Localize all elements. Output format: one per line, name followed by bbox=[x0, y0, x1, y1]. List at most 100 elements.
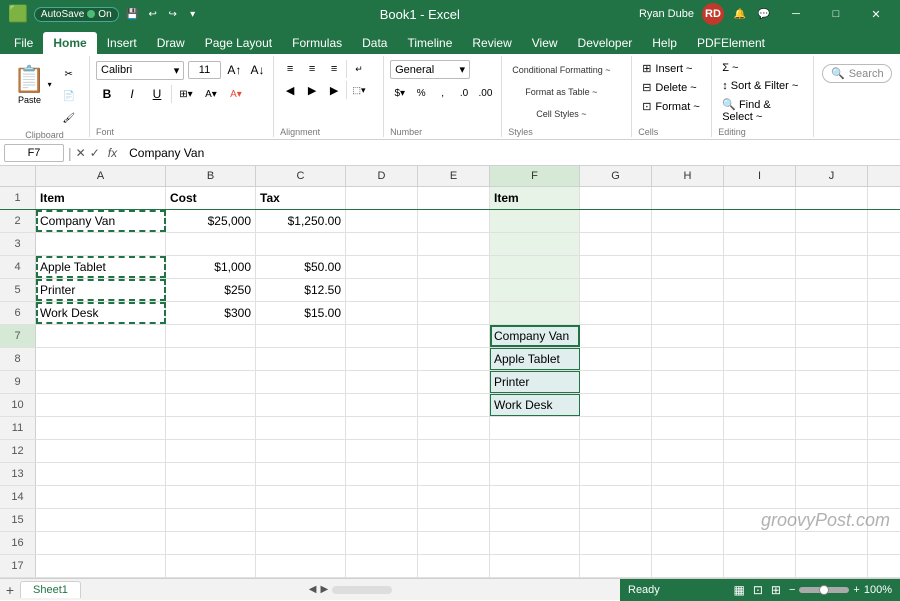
merge-button[interactable]: ⬚▾ bbox=[349, 81, 369, 99]
align-right-button[interactable]: ▶ bbox=[324, 81, 344, 99]
tab-developer[interactable]: Developer bbox=[568, 32, 643, 54]
cell-a6[interactable]: Work Desk bbox=[36, 302, 166, 324]
formula-input[interactable] bbox=[125, 146, 896, 160]
cell-g6[interactable] bbox=[580, 302, 652, 324]
tab-insert[interactable]: Insert bbox=[97, 32, 147, 54]
cell-f8[interactable]: Apple Tablet bbox=[490, 348, 580, 370]
cell-e1[interactable] bbox=[418, 187, 490, 209]
cell-e10[interactable] bbox=[418, 394, 490, 416]
cell-d4[interactable] bbox=[346, 256, 418, 278]
row-num-5[interactable]: 5 bbox=[0, 279, 36, 301]
cell-e7[interactable] bbox=[418, 325, 490, 347]
col-header-i[interactable]: I bbox=[724, 166, 796, 186]
cell-d3[interactable] bbox=[346, 233, 418, 255]
cell-g9[interactable] bbox=[580, 371, 652, 393]
row-num-6[interactable]: 6 bbox=[0, 302, 36, 324]
scroll-left-icon[interactable]: ◀ bbox=[309, 584, 317, 595]
cell-h5[interactable] bbox=[652, 279, 724, 301]
cut-button[interactable]: ✂ bbox=[58, 64, 80, 84]
cell-c7[interactable] bbox=[256, 325, 346, 347]
close-button[interactable]: ✕ bbox=[860, 0, 892, 28]
underline-button[interactable]: U bbox=[146, 83, 168, 105]
cell-a4[interactable]: Apple Tablet bbox=[36, 256, 166, 278]
cell-d1[interactable] bbox=[346, 187, 418, 209]
cell-g3[interactable] bbox=[580, 233, 652, 255]
minimize-button[interactable]: ─ bbox=[780, 0, 812, 28]
comments-icon[interactable]: 💬 bbox=[756, 6, 772, 22]
col-header-g[interactable]: G bbox=[580, 166, 652, 186]
cell-c4[interactable]: $50.00 bbox=[256, 256, 346, 278]
cell-g5[interactable] bbox=[580, 279, 652, 301]
cell-i6[interactable] bbox=[724, 302, 796, 324]
undo-icon[interactable]: ↩ bbox=[145, 6, 161, 22]
cell-a8[interactable] bbox=[36, 348, 166, 370]
bold-button[interactable]: B bbox=[96, 83, 118, 105]
col-header-f[interactable]: F bbox=[490, 166, 580, 186]
sort-filter-button[interactable]: ↕ Sort & Filter ~ bbox=[718, 78, 807, 94]
row-num-15[interactable]: 15 bbox=[0, 509, 36, 531]
tab-review[interactable]: Review bbox=[462, 32, 521, 54]
cell-b4[interactable]: $1,000 bbox=[166, 256, 256, 278]
row-num-8[interactable]: 8 bbox=[0, 348, 36, 370]
cell-e9[interactable] bbox=[418, 371, 490, 393]
autosave-toggle[interactable]: AutoSave On bbox=[34, 7, 119, 22]
cell-f2[interactable] bbox=[490, 210, 580, 232]
cell-j5[interactable] bbox=[796, 279, 868, 301]
font-decrease-button[interactable]: A↓ bbox=[248, 60, 267, 80]
cell-d7[interactable] bbox=[346, 325, 418, 347]
tab-page-layout[interactable]: Page Layout bbox=[195, 32, 282, 54]
zoom-in-icon[interactable]: + bbox=[853, 584, 859, 596]
col-header-j[interactable]: J bbox=[796, 166, 868, 186]
autosum-button[interactable]: Σ ~ bbox=[718, 60, 807, 76]
normal-view-button[interactable]: ▦ bbox=[734, 583, 745, 597]
col-header-b[interactable]: B bbox=[166, 166, 256, 186]
tab-data[interactable]: Data bbox=[352, 32, 397, 54]
cell-h2[interactable] bbox=[652, 210, 724, 232]
comma-button[interactable]: , bbox=[433, 83, 452, 103]
format-cells-button[interactable]: ⊡ Format ~ bbox=[638, 98, 705, 115]
border-button[interactable]: ⊞▾ bbox=[175, 83, 197, 105]
row-num-9[interactable]: 9 bbox=[0, 371, 36, 393]
cell-h6[interactable] bbox=[652, 302, 724, 324]
cell-e3[interactable] bbox=[418, 233, 490, 255]
cell-d8[interactable] bbox=[346, 348, 418, 370]
cell-a10[interactable] bbox=[36, 394, 166, 416]
cell-g7[interactable] bbox=[580, 325, 652, 347]
cell-h4[interactable] bbox=[652, 256, 724, 278]
cell-e6[interactable] bbox=[418, 302, 490, 324]
cell-j3[interactable] bbox=[796, 233, 868, 255]
cell-d10[interactable] bbox=[346, 394, 418, 416]
row-num-7[interactable]: 7 bbox=[0, 325, 36, 347]
cell-d5[interactable] bbox=[346, 279, 418, 301]
save-icon[interactable]: 💾 bbox=[125, 6, 141, 22]
cell-h7[interactable] bbox=[652, 325, 724, 347]
cell-i10[interactable] bbox=[724, 394, 796, 416]
col-header-h[interactable]: H bbox=[652, 166, 724, 186]
align-top-center-button[interactable]: ≡ bbox=[302, 60, 322, 78]
cell-ref-box[interactable]: F7 bbox=[4, 144, 64, 162]
conditional-formatting-button[interactable]: Conditional Formatting ~ bbox=[508, 60, 614, 80]
page-break-view-button[interactable]: ⊞ bbox=[771, 583, 781, 597]
align-top-left-button[interactable]: ≡ bbox=[280, 60, 300, 78]
font-name-dropdown[interactable]: Calibri▾ bbox=[96, 61, 184, 80]
cell-b10[interactable] bbox=[166, 394, 256, 416]
tab-home[interactable]: Home bbox=[43, 32, 96, 54]
cell-b7[interactable] bbox=[166, 325, 256, 347]
maximize-button[interactable]: □ bbox=[820, 0, 852, 28]
align-left-button[interactable]: ◀ bbox=[280, 81, 300, 99]
add-sheet-button[interactable]: + bbox=[0, 580, 20, 600]
cell-i3[interactable] bbox=[724, 233, 796, 255]
format-as-table-button[interactable]: Format as Table ~ bbox=[508, 82, 614, 102]
font-color-button[interactable]: A▾ bbox=[225, 83, 247, 105]
cell-d2[interactable] bbox=[346, 210, 418, 232]
redo-icon[interactable]: ↪ bbox=[165, 6, 181, 22]
cell-h1[interactable] bbox=[652, 187, 724, 209]
zoom-slider-thumb[interactable] bbox=[819, 585, 829, 595]
tab-help[interactable]: Help bbox=[642, 32, 687, 54]
scroll-track[interactable] bbox=[332, 586, 392, 594]
cell-h3[interactable] bbox=[652, 233, 724, 255]
cell-e5[interactable] bbox=[418, 279, 490, 301]
cell-h9[interactable] bbox=[652, 371, 724, 393]
find-select-button[interactable]: 🔍 Find & Select ~ bbox=[718, 96, 807, 125]
cell-f9[interactable]: Printer bbox=[490, 371, 580, 393]
